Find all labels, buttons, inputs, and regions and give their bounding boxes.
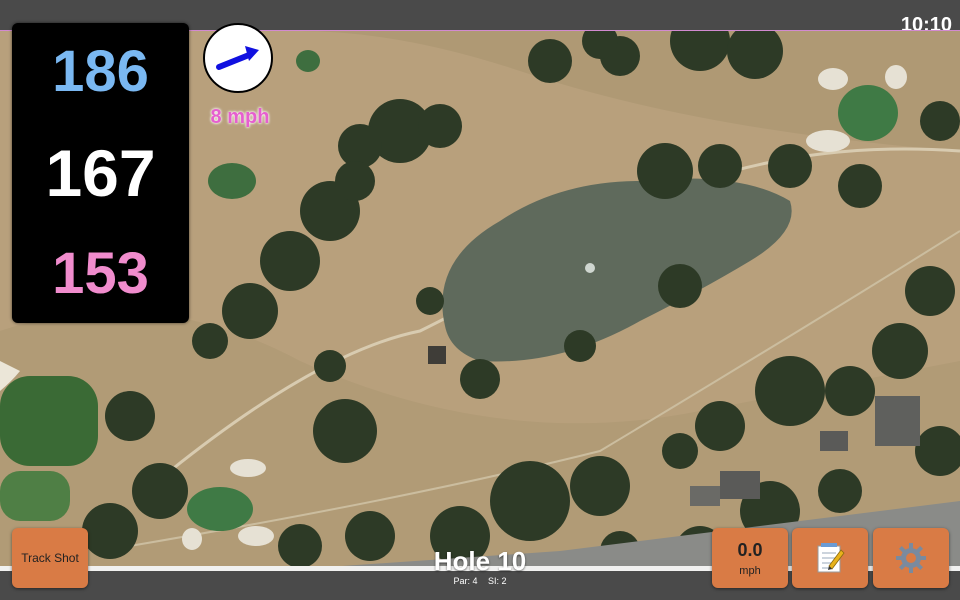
speed-button[interactable]: 0.0 mph [712,528,788,588]
notes-button[interactable] [792,528,868,588]
settings-button[interactable] [873,528,949,588]
distance-center: 167 [45,135,156,210]
distance-front: 153 [52,241,149,307]
notepad-pencil-icon [817,543,845,573]
speed-unit: mph [739,564,761,577]
hole-stroke-index: SI: 2 [488,576,507,586]
wind-direction-arrow-icon [216,46,259,70]
hole-par: Par: 4 [453,576,478,586]
speed-value: 0.0 [737,539,763,560]
distance-back: 186 [52,38,149,104]
hole-details: Par: 4 SI: 2 [380,576,580,586]
hole-info: Hole 10 Par: 4 SI: 2 [380,548,580,586]
wind-indicator [203,23,273,93]
distance-panel: 186 167 153 [12,23,189,323]
track-shot-button[interactable]: Track Shot [12,528,88,588]
wind-speed-label: 8 mph [210,106,270,128]
hole-title: Hole 10 [433,546,527,576]
gear-icon [896,543,926,573]
green-hole-10 [838,85,898,141]
